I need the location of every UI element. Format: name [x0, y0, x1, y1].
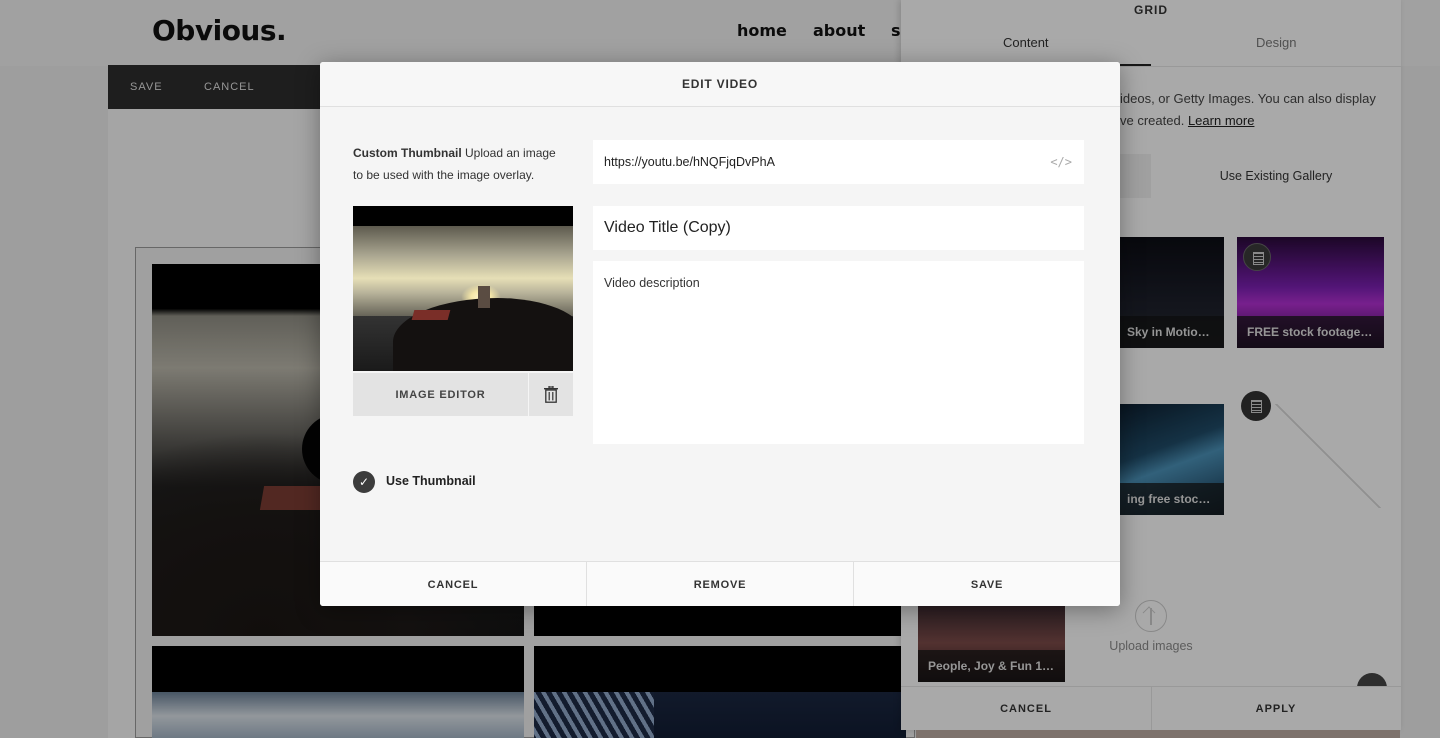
thumbnail-preview[interactable] [353, 206, 573, 371]
custom-thumbnail-heading: Custom Thumbnail [353, 146, 462, 160]
video-url-input[interactable]: https://youtu.be/hNQFjqDvPhA </> [593, 140, 1084, 184]
use-thumbnail-checkbox[interactable]: ✓ [353, 471, 375, 493]
delete-thumbnail-button[interactable] [529, 373, 573, 416]
dialog-footer: CANCEL REMOVE SAVE [320, 561, 1120, 606]
preview-roof [411, 310, 451, 320]
video-description-textarea[interactable]: Video description [593, 261, 1084, 444]
use-thumbnail-label[interactable]: Use Thumbnail [386, 474, 476, 488]
dialog-title: EDIT VIDEO [681, 77, 758, 91]
custom-thumbnail-help: Custom Thumbnail Upload an image to be u… [353, 142, 568, 186]
trash-icon [544, 386, 558, 403]
video-description-value: Video description [604, 276, 700, 290]
image-editor-button[interactable]: IMAGE EDITOR [353, 373, 528, 416]
video-title-input[interactable]: Video Title (Copy) [593, 206, 1084, 250]
preview-lighthouse [478, 286, 490, 308]
dialog-remove-button[interactable]: REMOVE [587, 562, 853, 606]
video-url-value: https://youtu.be/hNQFjqDvPhA [604, 155, 775, 169]
code-embed-icon[interactable]: </> [1050, 155, 1072, 169]
check-icon: ✓ [358, 475, 370, 489]
video-title-value: Video Title (Copy) [604, 219, 731, 236]
dialog-save-button[interactable]: SAVE [854, 562, 1120, 606]
edit-video-dialog: EDIT VIDEO Custom Thumbnail Upload an im… [320, 62, 1120, 606]
dialog-cancel-button[interactable]: CANCEL [320, 562, 586, 606]
dialog-header: EDIT VIDEO [320, 62, 1120, 107]
